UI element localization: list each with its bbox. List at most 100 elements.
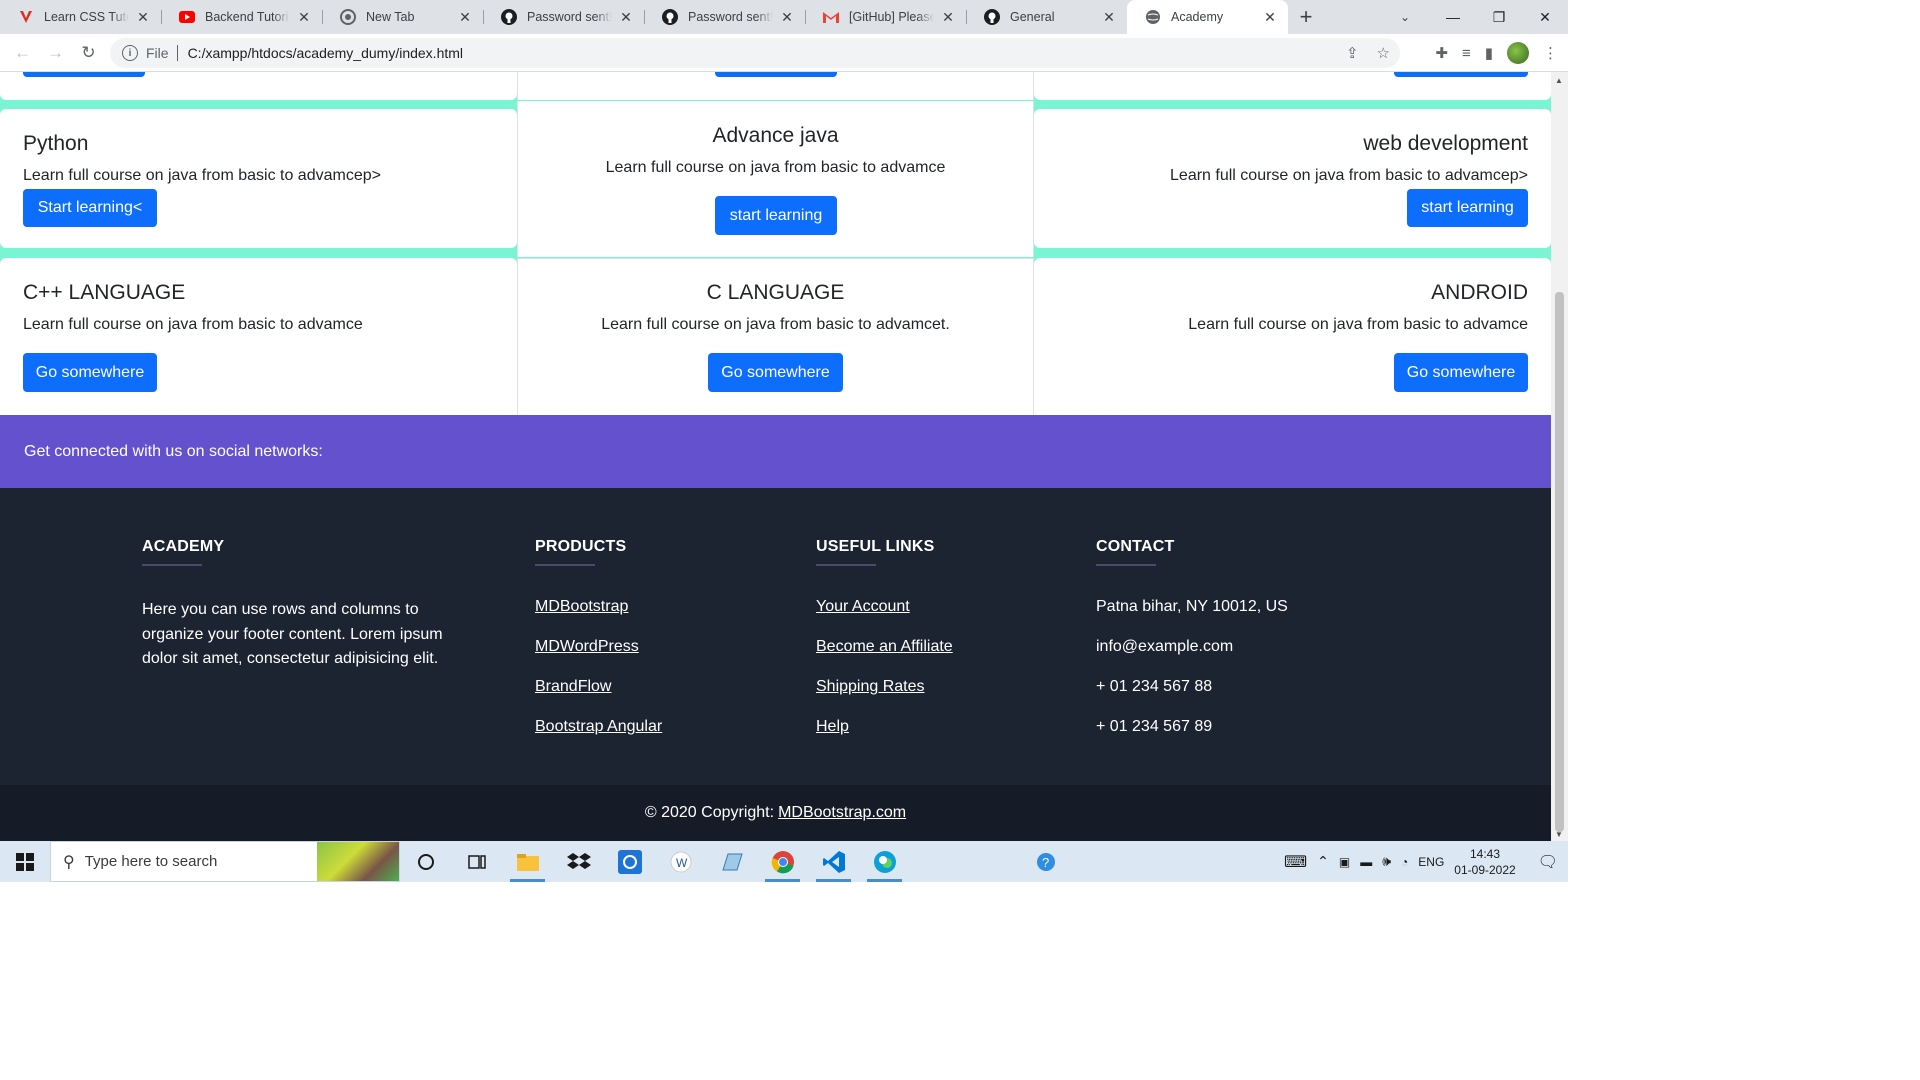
footer-link[interactable]: BrandFlow (535, 678, 775, 696)
browser-tab[interactable]: Password sent! · GitHub ✕ (644, 0, 805, 34)
app-blue-icon[interactable] (604, 841, 655, 882)
menu-kebab-icon[interactable]: ⋮ (1543, 44, 1558, 62)
back-arrow-icon[interactable]: ← (6, 38, 39, 68)
gmail-icon (823, 9, 839, 25)
close-tab-icon[interactable]: ✕ (1262, 9, 1278, 26)
tab-search-chevron-icon[interactable]: ⌄ (1390, 0, 1420, 34)
browser-tab[interactable]: Password sent! · GitHub ✕ (483, 0, 644, 34)
card-text: Learn full course on java from basic to … (23, 316, 363, 333)
partial-button[interactable] (1394, 72, 1528, 77)
app-tablet-icon[interactable] (706, 841, 757, 882)
windows-taskbar: ⚲ Type here to search W ? ⌨ ⌃ ▣ ▬ 🕪 ◔ EN… (0, 841, 1568, 882)
close-tab-icon[interactable]: ✕ (457, 9, 473, 26)
scroll-up-arrow-icon[interactable]: ▲ (1555, 76, 1563, 85)
course-card-c: C LANGUAGE Learn full course on java fro… (517, 258, 1034, 415)
address-bar[interactable]: i File C:/xampp/htdocs/academy_dumy/inde… (110, 38, 1400, 68)
page-scrollbar[interactable]: ▲ ▼ (1551, 72, 1568, 841)
footer-link[interactable]: Help (816, 718, 1056, 736)
url-text[interactable]: C:/xampp/htdocs/academy_dumy/index.html (188, 45, 463, 61)
footer-link[interactable]: Bootstrap Angular (535, 718, 775, 736)
browser-tab[interactable]: New Tab ✕ (322, 0, 483, 34)
browser-tab[interactable]: General ✕ (966, 0, 1127, 34)
footer-link[interactable]: MDWordPress (535, 638, 775, 656)
volume-icon[interactable]: 🕪 (1382, 853, 1391, 870)
footer-products: PRODUCTS MDBootstrap MDWordPress BrandFl… (535, 538, 775, 736)
language-indicator[interactable]: ENG (1418, 855, 1444, 869)
tab-strip: Learn CSS Tutorial ✕ Backend Tutorials ✕… (0, 0, 1568, 34)
taskbar-search-input[interactable]: ⚲ Type here to search (50, 841, 400, 882)
footer-link[interactable]: Shipping Rates (816, 678, 1056, 696)
profile-avatar[interactable] (1507, 42, 1529, 64)
close-window-button[interactable]: ✕ (1522, 0, 1568, 34)
social-text: Get connected with us on social networks… (24, 442, 323, 460)
windows-start-icon[interactable] (0, 841, 50, 882)
reload-icon[interactable]: ↻ (72, 38, 105, 68)
close-tab-icon[interactable]: ✕ (940, 9, 956, 26)
browser-tab-active[interactable]: Academy ✕ (1127, 0, 1288, 34)
go-somewhere-button[interactable]: Go somewhere (708, 353, 843, 392)
close-tab-icon[interactable]: ✕ (135, 9, 151, 26)
chevron-up-icon[interactable]: ⌃ (1317, 853, 1329, 870)
info-icon[interactable]: i (122, 45, 138, 61)
copyright-link[interactable]: MDBootstrap.com (778, 804, 906, 822)
new-tab-button[interactable]: + (1288, 0, 1324, 34)
file-explorer-icon[interactable] (502, 841, 553, 882)
vivaldi-v-icon (18, 9, 34, 25)
start-learning-button[interactable]: start learning (715, 196, 837, 235)
divider (816, 564, 876, 566)
side-panel-icon[interactable]: ▮ (1485, 44, 1493, 62)
footer-link[interactable]: Become an Affiliate (816, 638, 1056, 656)
start-learning-button[interactable]: start learning (1407, 189, 1528, 227)
divider (1096, 564, 1156, 566)
scroll-down-arrow-icon[interactable]: ▼ (1555, 830, 1563, 839)
footer-link[interactable]: MDBootstrap (535, 598, 775, 616)
extensions-puzzle-icon[interactable]: ✚ (1435, 44, 1448, 62)
footer-academy: ACADEMY Here you can use rows and column… (142, 538, 472, 672)
clock-time: 14:43 (1469, 846, 1500, 861)
chrome-globe-icon (340, 9, 356, 25)
cortana-circle-icon[interactable] (400, 841, 451, 882)
keyboard-icon[interactable]: ⌨ (1284, 852, 1307, 872)
card-text: Learn full course on java from basic to … (1188, 316, 1528, 333)
start-learning-button[interactable]: Start learning< (23, 189, 157, 227)
clock[interactable]: 14:43 01-09-2022 (1454, 846, 1515, 878)
help-icon[interactable]: ? (1020, 841, 1071, 882)
search-icon: ⚲ (63, 853, 75, 871)
share-icon[interactable]: ⇪ (1346, 44, 1359, 62)
footer-text: Here you can use rows and columns to org… (142, 601, 443, 667)
partial-button[interactable] (23, 72, 145, 77)
course-card-partial (517, 72, 1034, 100)
forward-arrow-icon[interactable]: → (39, 38, 72, 68)
app-w-icon[interactable]: W (655, 841, 706, 882)
network-device-icon[interactable]: ▣ (1339, 855, 1350, 869)
close-tab-icon[interactable]: ✕ (1101, 9, 1117, 26)
minimize-button[interactable]: — (1430, 0, 1476, 34)
footer-useful-links: USEFUL LINKS Your Account Become an Affi… (816, 538, 1056, 736)
browser-tab[interactable]: Backend Tutorials ✕ (161, 0, 322, 34)
bookmark-star-icon[interactable]: ☆ (1377, 44, 1390, 62)
card-text: Learn full course on java from basic to … (1170, 167, 1528, 184)
battery-icon[interactable]: ▬ (1360, 855, 1372, 869)
close-tab-icon[interactable]: ✕ (618, 9, 634, 26)
browser-tab[interactable]: Learn CSS Tutorial ✕ (0, 0, 161, 34)
system-tray: ⌨ ⌃ ▣ ▬ 🕪 ◔ ENG 14:43 01-09-2022 🗨 (1284, 841, 1568, 882)
edge-icon[interactable] (859, 841, 910, 882)
restore-button[interactable]: ❐ (1476, 0, 1522, 34)
scrollbar-thumb[interactable] (1555, 292, 1564, 832)
task-view-icon[interactable] (451, 841, 502, 882)
footer-link[interactable]: Your Account (816, 598, 1056, 616)
close-tab-icon[interactable]: ✕ (779, 9, 795, 26)
divider (176, 45, 178, 61)
dropbox-icon[interactable] (553, 841, 604, 882)
close-tab-icon[interactable]: ✕ (296, 9, 312, 26)
vscode-icon[interactable] (808, 841, 859, 882)
github-icon (662, 9, 678, 25)
reading-list-icon[interactable]: ≡ (1462, 45, 1471, 62)
go-somewhere-button[interactable]: Go somewhere (1394, 353, 1528, 392)
partial-button[interactable] (715, 72, 837, 77)
notification-icon[interactable]: 🗨 (1538, 852, 1558, 872)
go-somewhere-button[interactable]: Go somewhere (23, 353, 157, 392)
wifi-icon[interactable]: ◔ (1401, 855, 1408, 869)
chrome-icon[interactable] (757, 841, 808, 882)
browser-tab[interactable]: [GitHub] Please re ✕ (805, 0, 966, 34)
